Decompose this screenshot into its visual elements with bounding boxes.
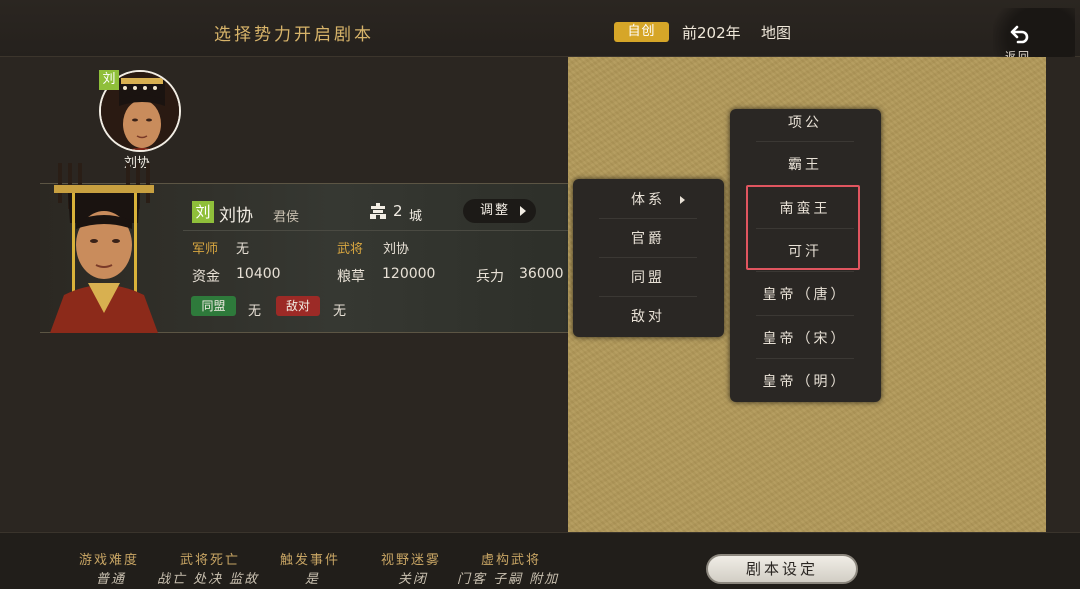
food-label: 粮草	[337, 269, 365, 285]
setting-fog-label: 视野迷雾	[381, 553, 442, 568]
map-label[interactable]: 地图	[761, 22, 791, 43]
setting-death-value[interactable]: 战亡 处决 监故	[157, 568, 259, 587]
faction-tag: 刘	[192, 201, 214, 223]
return-arrow-icon	[1010, 25, 1029, 44]
top-bar	[0, 0, 1080, 57]
submenu-item-emperor-tang[interactable]: 皇帝（唐）	[756, 273, 854, 316]
ruler-avatar[interactable]: 刘	[97, 68, 185, 156]
setting-fictional-value[interactable]: 门客 子嗣 附加	[457, 568, 559, 587]
ruler-name: 刘协	[219, 206, 253, 226]
city-unit: 城	[409, 209, 423, 224]
highlight-box	[746, 185, 860, 270]
advisor-value: 无	[236, 242, 250, 257]
caret-right-icon	[680, 196, 685, 204]
card-divider	[183, 230, 568, 231]
setting-difficulty-value[interactable]: 普通	[96, 568, 126, 587]
submenu-item-bawang[interactable]: 霸王	[756, 143, 854, 186]
advisor-label: 军师	[192, 242, 219, 257]
submenu-item-emperor-ming[interactable]: 皇帝（明）	[756, 360, 854, 402]
ruler-title: 君侯	[273, 210, 300, 225]
hostile-value: 无	[333, 304, 347, 319]
scenario-settings-button[interactable]: 剧本设定	[706, 554, 858, 584]
troops-value: 36000	[519, 266, 564, 282]
hostile-badge: 敌对	[276, 296, 320, 316]
page-title: 选择势力开启剧本	[214, 25, 374, 45]
adjust-button[interactable]: 调整	[463, 199, 536, 223]
setting-death-label: 武将死亡	[180, 553, 241, 568]
menu-item-rank[interactable]: 官爵	[599, 220, 697, 258]
menu-item-hostile[interactable]: 敌对	[599, 298, 697, 336]
adjust-label: 调整	[480, 203, 511, 218]
general-value: 刘协	[383, 242, 410, 257]
troops-label: 兵力	[476, 269, 504, 285]
context-menu: 体系 官爵 同盟 敌对	[573, 179, 724, 337]
submenu-item-xianggong[interactable]: 项公	[756, 109, 854, 142]
menu-item-system[interactable]: 体系	[599, 181, 697, 219]
setting-events-value[interactable]: 是	[305, 568, 320, 587]
mode-badge[interactable]: 自创	[614, 22, 669, 42]
setting-fog-value[interactable]: 关闭	[398, 568, 428, 587]
setting-events-label: 触发事件	[280, 553, 341, 568]
menu-item-system-label: 体系	[631, 192, 665, 208]
year-label: 前202年	[682, 24, 741, 42]
alliance-badge: 同盟	[191, 296, 236, 316]
ruler-portrait	[40, 163, 165, 333]
food-value: 120000	[382, 266, 436, 282]
caret-right-icon	[520, 206, 526, 216]
castle-icon	[370, 203, 386, 219]
city-count: 2	[393, 202, 403, 220]
setting-fictional-label: 虚构武将	[481, 553, 542, 568]
alliance-value: 无	[248, 304, 262, 319]
funds-label: 资金	[192, 269, 220, 285]
setting-difficulty-label: 游戏难度	[79, 553, 140, 568]
menu-item-alliance[interactable]: 同盟	[599, 259, 697, 297]
funds-value: 10400	[236, 266, 281, 282]
avatar-faction-tag: 刘	[99, 70, 119, 90]
submenu-item-emperor-song[interactable]: 皇帝（宋）	[756, 317, 854, 359]
general-label: 武将	[337, 242, 364, 257]
right-strip	[1046, 57, 1080, 532]
